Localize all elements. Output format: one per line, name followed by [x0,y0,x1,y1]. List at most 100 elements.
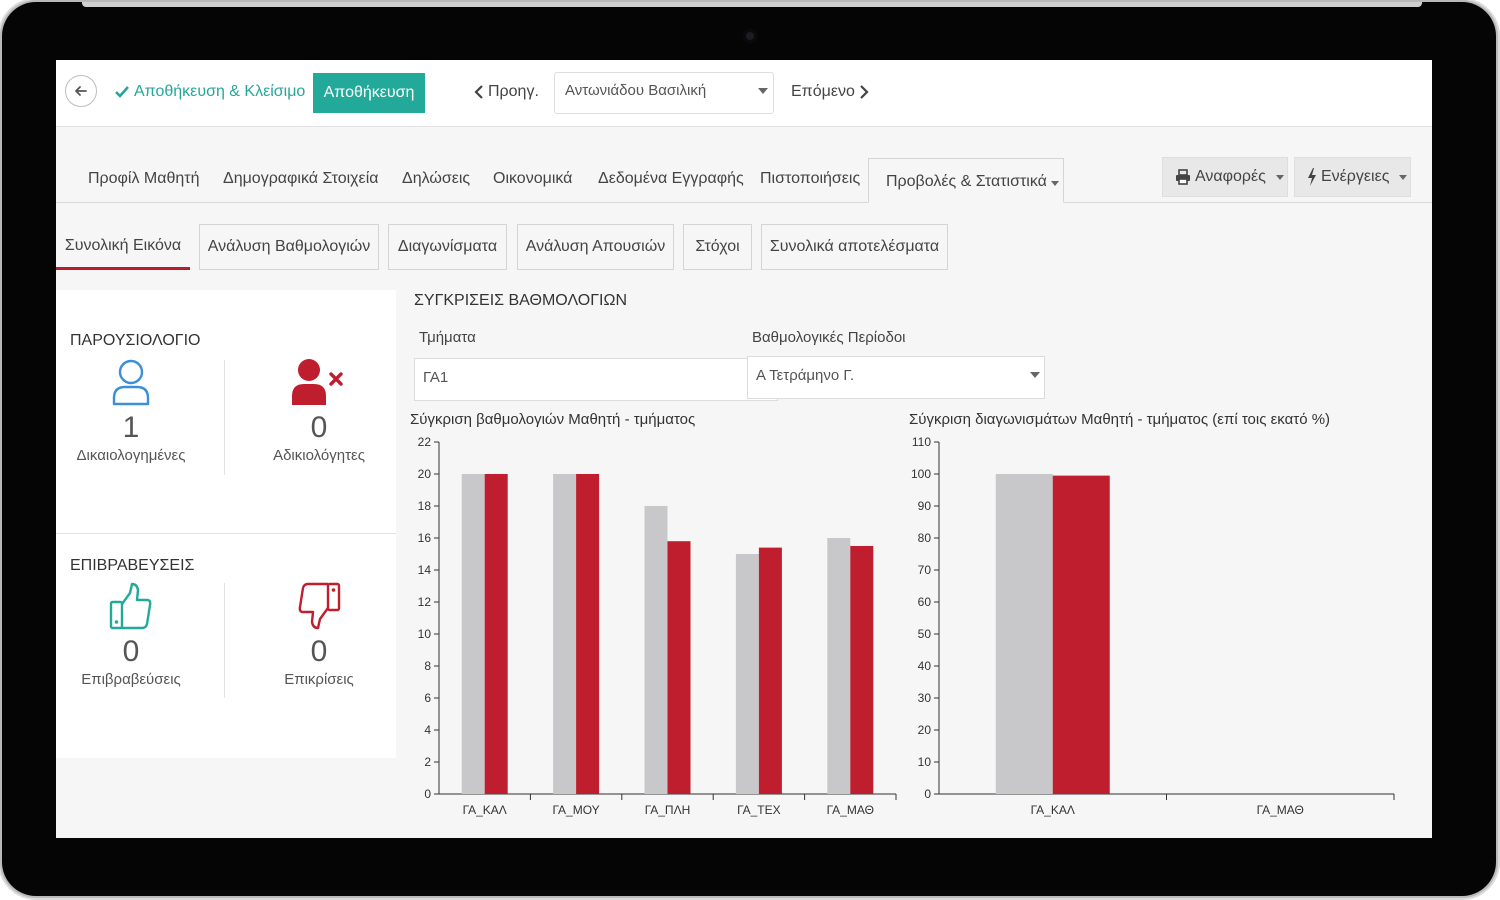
chart-grades-title: Σύγκριση βαθμολογιών Μαθητή - τμήματος [410,411,696,428]
next-button[interactable]: Επόμενο [791,83,869,101]
printer-icon [1176,169,1190,185]
grading-period-select[interactable]: Α Τετράμηνο Γ. [747,356,1045,399]
justified-absences: 1 Δικαιολογημένες [56,358,206,464]
previous-button[interactable]: Προηγ. [474,83,539,101]
unjustified-count: 0 [310,411,328,444]
criticisms-count: 0 [310,635,328,668]
bar-class [484,474,508,794]
subtab-overview-label: Συνολική Εικόνα [64,236,182,254]
y-tick-label: 20 [918,723,932,737]
y-tick-label: 14 [418,563,432,577]
subtab-goals-label: Στόχοι [695,238,740,255]
x-tick-label: ΓΑ_ΜΑΘ [827,803,874,817]
y-tick-label: 90 [918,499,932,513]
caret-down-icon [1051,181,1059,186]
y-tick-label: 12 [418,595,432,609]
back-button[interactable] [65,75,97,107]
bar-student [995,474,1053,794]
tab-student-profile[interactable]: Προφίλ Μαθητή [88,170,200,188]
departments-input[interactable]: ΓΑ1 [414,358,778,401]
chevron-down-icon [758,88,768,94]
attendance-title: ΠΑΡΟΥΣΙΟΛΟΓΙΟ [70,332,201,349]
subtab-exams-label: Διαγωνίσματα [397,238,498,255]
student-select[interactable]: Αντωνιάδου Βασιλική [554,72,774,114]
save-and-close-button[interactable]: Αποθήκευση & Κλείσιμο [114,83,305,101]
y-tick-label: 60 [918,595,932,609]
x-tick-label: ΓΑ_ΜΟΥ [553,803,600,817]
y-tick-label: 10 [918,755,932,769]
actions-button[interactable]: Ενέργειες [1294,157,1411,197]
bar-class [758,547,782,794]
bar-student [735,554,759,794]
y-tick-label: 22 [418,435,432,449]
tablet-frame: Αποθήκευση & Κλείσιμο Αποθήκευση Προηγ. … [2,2,1496,896]
criticisms: 0 Επικρίσεις [244,582,394,688]
y-tick-label: 0 [424,787,431,801]
subtab-absence-analysis[interactable]: Ανάλυση Απουσιών [517,224,674,270]
justified-count: 1 [122,411,140,444]
y-tick-label: 0 [924,787,931,801]
y-tick-label: 6 [424,691,431,705]
y-tick-label: 40 [918,659,932,673]
subtab-overall-results[interactable]: Συνολικά αποτελέσματα [761,224,948,270]
tab-views-statistics[interactable]: Προβολές & Στατιστικά [868,158,1064,203]
unjustified-absences: 0 Αδικιολόγητες [244,358,394,464]
arrow-left-icon [75,86,87,96]
previous-label: Προηγ. [488,83,539,100]
save-and-close-label: Αποθήκευση & Κλείσιμο [134,83,306,100]
reports-label: Αναφορές [1195,168,1266,185]
y-tick-label: 50 [918,627,932,641]
y-tick-label: 4 [424,723,431,737]
subtab-absence-analysis-label: Ανάλυση Απουσιών [525,238,666,255]
main-content: Προφίλ Μαθητή Δημογραφικά Στοιχεία Δηλώσ… [56,127,1432,838]
tab-declarations[interactable]: Δηλώσεις [402,170,470,188]
tab-enrollment-data[interactable]: Δεδομένα Εγγραφής [598,170,744,188]
y-tick-label: 10 [418,627,432,641]
tab-demographics[interactable]: Δημογραφικά Στοιχεία [223,170,379,188]
y-tick-label: 100 [911,467,931,481]
caret-down-icon [1275,174,1284,180]
chevron-right-icon [860,85,869,99]
subtab-overview[interactable]: Συνολική Εικόνα [56,224,190,270]
x-tick-label: ΓΑ_ΜΑΘ [1257,803,1304,817]
praises-label: Επιβραβεύσεις [81,671,181,688]
subtab-goals[interactable]: Στόχοι [683,224,752,270]
bar-class [850,546,874,794]
subtab-grade-analysis-label: Ανάλυση Βαθμολογιών [207,238,371,255]
check-icon [115,86,129,98]
caret-down-icon [1399,174,1408,180]
exams-comparison-chart: 0102030405060708090100110ΓΑ_ΚΑΛ ΓΑ_ΜΑΘΜαθ… [911,435,1395,817]
reports-button[interactable]: Αναφορές [1162,157,1288,197]
bar-class [576,474,600,794]
panel-divider [56,533,396,534]
next-label: Επόμενο [791,83,855,100]
subtab-exams[interactable]: Διαγωνίσματα [388,224,507,270]
tab-finances[interactable]: Οικονομικά [493,170,572,188]
divider [224,583,225,698]
praises-count: 0 [122,635,140,668]
unjustified-label: Αδικιολόγητες [273,447,365,464]
tab-views-statistics-label: Προβολές & Στατιστικά [886,173,1047,190]
y-tick-label: 18 [418,499,432,513]
bar-class [667,541,691,794]
grades-comparison-title: ΣΥΓΚΡΙΣΕΙΣ ΒΑΘΜΟΛΟΓΙΩΝ [414,292,628,309]
x-tick-label: ΓΑ_ΚΑΛ [463,803,507,817]
summary-panel: ΠΑΡΟΥΣΙΟΛΟΓΙΟ 1 Δικαιολογημένες 0 Αδικιο… [56,290,396,758]
criticisms-label: Επικρίσεις [284,671,354,688]
bar-student [644,506,668,794]
bar-student [461,474,485,794]
tab-certifications[interactable]: Πιστοποιήσεις [760,170,860,188]
camera [743,29,757,43]
y-tick-label: 20 [418,467,432,481]
divider [224,360,225,475]
save-button[interactable]: Αποθήκευση [313,73,425,113]
actions-label: Ενέργειες [1321,168,1390,185]
grading-period-value: Α Τετράμηνο Γ. [756,367,855,384]
student-select-value: Αντωνιάδου Βασιλική [565,82,707,99]
justified-label: Δικαιολογημένες [76,447,186,464]
y-tick-label: 110 [912,435,931,449]
y-tick-label: 8 [424,659,431,673]
subtab-grade-analysis[interactable]: Ανάλυση Βαθμολογιών [199,224,379,270]
user-remove-icon [292,359,343,405]
periods-label: Βαθμολογικές Περίοδοι [752,329,906,346]
